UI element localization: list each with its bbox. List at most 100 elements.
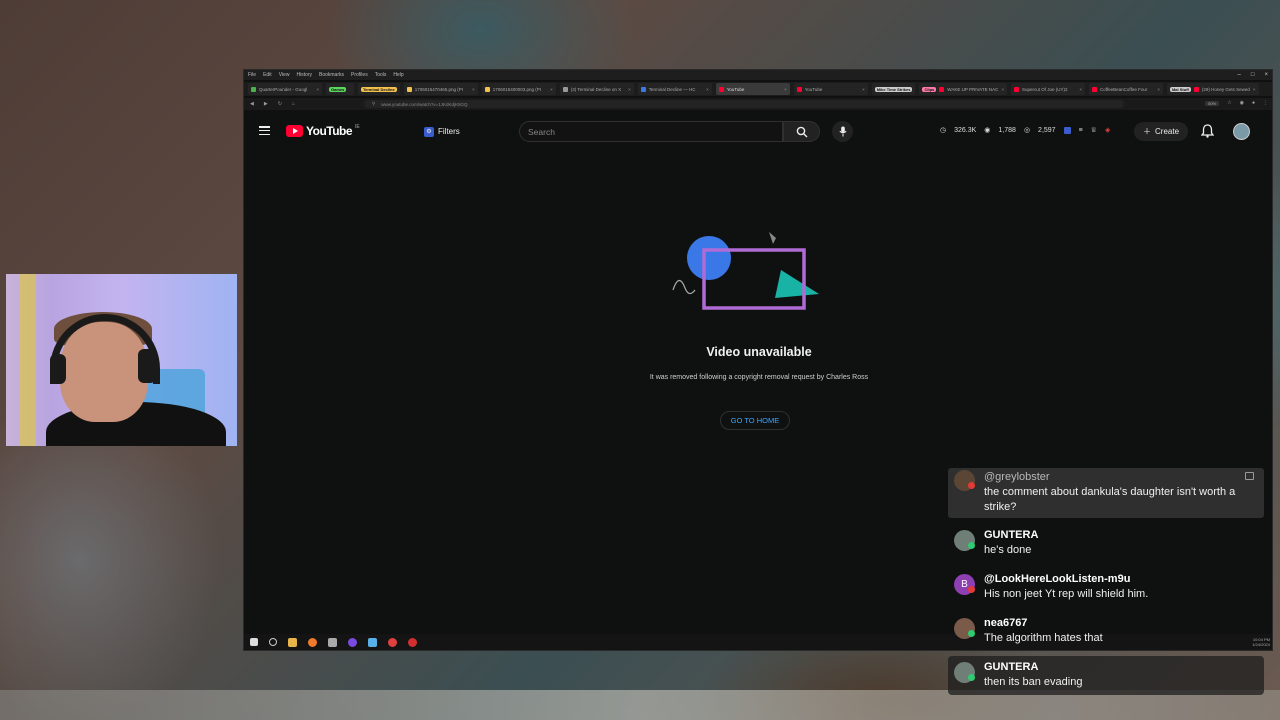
list-icon[interactable]: ≡: [1079, 127, 1083, 134]
tab-title: (3) Terminal Decline on X: [570, 86, 622, 92]
hamburger-menu-icon[interactable]: [259, 126, 270, 135]
notification-alert-icon[interactable]: ◈: [1105, 126, 1110, 134]
browser-tab[interactable]: YouTube ×: [715, 83, 790, 95]
tab-title: YouTube: [804, 86, 823, 92]
tab-group-label[interactable]: Terminal Decline: [361, 86, 397, 92]
browser-tab[interactable]: Clips WAKE UP PRIVATE NAC ×: [919, 83, 1007, 95]
webcam-overlay: [6, 274, 237, 446]
discord-icon[interactable]: [348, 637, 357, 647]
tab-close-icon[interactable]: ×: [472, 87, 475, 92]
tab-favicon-icon: [406, 86, 412, 92]
bookmark-star-icon[interactable]: ☆: [1227, 100, 1231, 106]
tab-close-icon[interactable]: ×: [1253, 87, 1256, 92]
menu-history[interactable]: History: [296, 72, 312, 78]
zoom-indicator[interactable]: 50%: [1205, 100, 1220, 106]
trophy-icon[interactable]: ♕: [1091, 126, 1097, 134]
browser-icon[interactable]: [308, 637, 317, 647]
tab-favicon-icon: [1193, 86, 1199, 92]
browser-tab[interactable]: Mal Stuff (29) Honey Gets Sewed ×: [1166, 83, 1259, 95]
browser-tab[interactable]: (3) Terminal Decline on X ×: [559, 83, 634, 95]
tab-title: (29) Honey Gets Sewed: [1201, 86, 1250, 92]
reload-icon[interactable]: ↻: [278, 101, 282, 107]
chrome-icon[interactable]: [388, 637, 397, 647]
browser-tab[interactable]: 1706015400003.png (PI ×: [481, 83, 556, 95]
voice-search-button[interactable]: [832, 121, 853, 142]
tab-title: Supercut Of Joe (UY)2: [1021, 86, 1068, 92]
close-window-button[interactable]: ×: [1264, 72, 1268, 78]
search-icon[interactable]: [269, 638, 277, 646]
headphone-cup-right: [138, 349, 156, 383]
video-unavailable-illustration: [672, 232, 819, 310]
forward-icon[interactable]: ▶: [264, 101, 268, 107]
youtube-region-code: IE: [355, 124, 360, 130]
tab-close-icon[interactable]: ×: [1079, 87, 1082, 92]
menu-bookmarks[interactable]: Bookmarks: [319, 72, 344, 78]
tab-bar: QuarterPounder - Googl × Games Terminal Dec…: [244, 82, 1272, 96]
tab-favicon-icon: [562, 86, 568, 92]
tab-close-icon[interactable]: ×: [784, 87, 787, 92]
browser-tab[interactable]: QuarterPounder - Googl ×: [248, 83, 322, 95]
account-avatar[interactable]: [1233, 123, 1250, 140]
popout-icon[interactable]: [1245, 472, 1254, 480]
start-icon[interactable]: [250, 638, 258, 646]
site-info-icon[interactable]: ⚲: [372, 101, 375, 107]
search-input[interactable]: Search: [519, 121, 783, 142]
window-controls: – □ ×: [1238, 70, 1268, 80]
tab-close-icon[interactable]: ×: [862, 87, 865, 92]
browser-menu-icon[interactable]: ⋮: [1263, 100, 1268, 106]
tab-group-label[interactable]: Clips: [922, 86, 937, 92]
gamepad-icon[interactable]: [328, 637, 337, 647]
app-icon[interactable]: [368, 637, 377, 647]
browser-tab[interactable]: YouTube ×: [793, 83, 868, 95]
webcam-background-door: [20, 274, 36, 446]
tab-close-icon[interactable]: ×: [706, 87, 709, 92]
home-icon[interactable]: ⌂: [292, 101, 295, 107]
menu-view[interactable]: View: [279, 72, 290, 78]
browser-tab[interactable]: Mike Time Strikes: [871, 83, 916, 95]
profile-icon[interactable]: ●: [1252, 100, 1255, 106]
chat-message: nea6767 The algorithm hates that: [948, 616, 1264, 646]
browser-tab[interactable]: Terminal Decline — HC ×: [637, 83, 712, 95]
eye-icon: ◎: [1023, 127, 1031, 134]
extension-icon[interactable]: [1063, 126, 1071, 134]
go-to-home-button[interactable]: GO TO HOME: [720, 411, 790, 430]
menu-edit[interactable]: Edit: [263, 72, 272, 78]
address-bar[interactable]: ⚲ www.youtube.com/watch?v=1JKdKdjK5GQ: [364, 100, 1124, 108]
unavailable-title: Video unavailable: [706, 345, 812, 359]
chat-text: His non jeet Yt rep will shield him.: [984, 588, 1149, 600]
browser-tab[interactable]: Terminal Decline: [358, 83, 400, 95]
tab-group-label[interactable]: Mal Stuff: [1169, 86, 1191, 92]
browser-tab[interactable]: CoffeeBeanCoffee Four ×: [1088, 83, 1163, 95]
menu-file[interactable]: File: [248, 72, 256, 78]
file-explorer-icon[interactable]: [288, 637, 297, 647]
maximize-button[interactable]: □: [1251, 72, 1255, 78]
bell-icon[interactable]: [1201, 124, 1214, 138]
tab-group-label[interactable]: Games: [329, 86, 347, 92]
tab-favicon-icon: [939, 86, 945, 92]
create-button[interactable]: ＋ Create: [1134, 122, 1189, 141]
chat-message: GUNTERA he's done: [948, 528, 1264, 558]
search-button[interactable]: [783, 121, 820, 142]
tab-close-icon[interactable]: ×: [316, 87, 319, 92]
menu-help[interactable]: Help: [393, 72, 403, 78]
tab-close-icon[interactable]: ×: [1157, 87, 1160, 92]
tab-group-label[interactable]: Mike Time Strikes: [874, 86, 913, 92]
tab-close-icon[interactable]: ×: [1001, 87, 1004, 92]
filters-button[interactable]: ⚙ Filters: [424, 124, 460, 139]
browser-tab[interactable]: 1706015470465.png (PI ×: [403, 83, 478, 95]
back-icon[interactable]: ◀: [250, 101, 254, 107]
menu-profiles[interactable]: Profiles: [351, 72, 368, 78]
youtube-logo[interactable]: YouTube IE: [286, 124, 360, 138]
chat-badge-icon: [968, 586, 975, 593]
minimize-button[interactable]: –: [1238, 72, 1241, 78]
youtube-logo-text: YouTube: [306, 124, 353, 138]
menu-tools[interactable]: Tools: [375, 72, 387, 78]
tab-favicon-icon: [1013, 86, 1019, 92]
microphone-icon: [838, 126, 847, 137]
browser-tab[interactable]: Supercut Of Joe (UY)2 ×: [1010, 83, 1085, 95]
browser-tab[interactable]: Games: [326, 83, 354, 95]
extensions-icon[interactable]: ◉: [1240, 100, 1244, 106]
record-icon[interactable]: [408, 637, 417, 647]
tab-close-icon[interactable]: ×: [550, 87, 553, 92]
tab-close-icon[interactable]: ×: [628, 87, 631, 92]
